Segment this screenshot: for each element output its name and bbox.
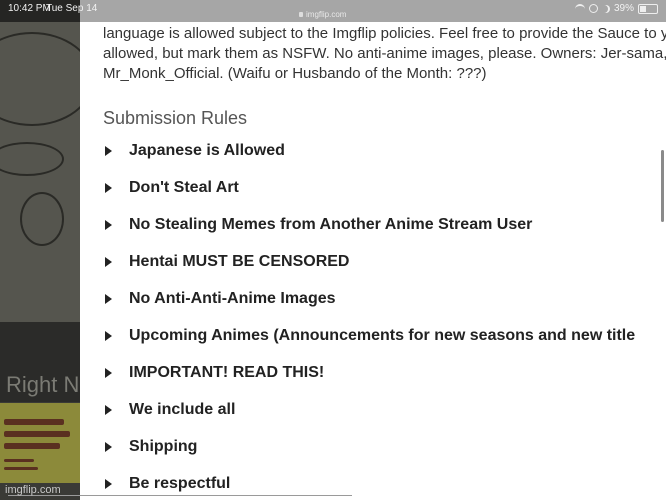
rule-item-important[interactable]: IMPORTANT! READ THIS! — [103, 364, 666, 401]
disclosure-triangle-icon — [105, 405, 112, 415]
rule-item-japanese-allowed[interactable]: Japanese is Allowed — [103, 142, 666, 179]
battery-percent: 39% — [613, 3, 634, 14]
disclosure-triangle-icon — [105, 442, 112, 452]
disclosure-triangle-icon — [105, 257, 112, 267]
background-partial-title: Right N — [6, 372, 80, 397]
sketch-stroke — [20, 192, 64, 246]
imgflip-watermark: imgflip.com — [5, 484, 61, 496]
thumbnail-text-line — [4, 431, 70, 437]
background-thumbnail — [0, 403, 80, 483]
thumbnail-text-line — [4, 459, 34, 462]
lock-icon — [299, 12, 303, 18]
thumbnail-text-line — [4, 443, 60, 449]
rule-item-hentai-censored[interactable]: Hentai MUST BE CENSORED — [103, 253, 666, 290]
submission-rules-heading: Submission Rules — [103, 108, 248, 128]
rule-item-no-stealing-memes[interactable]: No Stealing Memes from Another Anime Str… — [103, 216, 666, 253]
screen-lock-icon — [588, 4, 598, 13]
rule-label: Be respectful — [129, 475, 231, 492]
disclosure-triangle-icon — [105, 294, 112, 304]
rules-list: Japanese is Allowed Don't Steal Art No S… — [103, 142, 666, 500]
wifi-icon — [574, 3, 585, 14]
disclosure-triangle-icon — [105, 220, 112, 230]
disclosure-triangle-icon — [105, 183, 112, 193]
rule-item-shipping[interactable]: Shipping — [103, 438, 666, 475]
rule-label: No Anti-Anti-Anime Images — [129, 290, 336, 307]
rule-item-dont-steal-art[interactable]: Don't Steal Art — [103, 179, 666, 216]
address-bar[interactable]: imgflip.com — [299, 10, 346, 19]
rule-item-upcoming-animes[interactable]: Upcoming Animes (Announcements for new s… — [103, 327, 666, 364]
disclosure-triangle-icon — [105, 146, 112, 156]
background-page: Right N — [0, 0, 80, 500]
rule-label: IMPORTANT! READ THIS! — [129, 364, 325, 381]
rule-label: Hentai MUST BE CENSORED — [129, 253, 350, 270]
description-line: Mr_Monk_Official. (Waifu or Husbando of … — [103, 65, 487, 82]
disclosure-triangle-icon — [105, 331, 112, 341]
status-bar: 10:42 PM Tue Sep 14 imgflip.com 39% — [0, 0, 666, 22]
vertical-scrollbar[interactable] — [661, 150, 664, 222]
sketch-stroke — [0, 32, 80, 126]
address-url: imgflip.com — [306, 10, 347, 19]
disclosure-triangle-icon — [105, 479, 112, 489]
rule-item-no-anti-anti-anime[interactable]: No Anti-Anti-Anime Images — [103, 290, 666, 327]
sketch-stroke — [0, 142, 64, 176]
moon-icon — [602, 5, 610, 13]
rule-label: Upcoming Animes (Announcements for new s… — [129, 327, 636, 344]
battery-icon — [638, 3, 658, 14]
description-line: allowed, but mark them as NSFW. No anti-… — [103, 45, 666, 62]
status-time: 10:42 PM — [8, 3, 51, 14]
stream-description-page: language is allowed subject to the Imgfl… — [80, 0, 666, 500]
thumbnail-text-line — [4, 419, 64, 425]
rule-label: Shipping — [129, 438, 198, 455]
status-date: Tue Sep 14 — [46, 3, 98, 14]
rule-item-we-include-all[interactable]: We include all — [103, 401, 666, 438]
rule-label: Don't Steal Art — [129, 179, 239, 196]
stream-description: language is allowed subject to the Imgfl… — [103, 24, 666, 84]
thumbnail-text-line — [4, 467, 38, 470]
status-icons: 39% — [574, 3, 658, 14]
description-line: language is allowed subject to the Imgfl… — [103, 25, 666, 42]
disclosure-triangle-icon — [105, 368, 112, 378]
rule-item-be-respectful[interactable]: Be respectful — [103, 475, 666, 500]
background-sketch-image — [0, 22, 80, 322]
rule-label: No Stealing Memes from Another Anime Str… — [129, 216, 533, 233]
rule-label: We include all — [129, 401, 236, 418]
rule-label: Japanese is Allowed — [129, 142, 285, 159]
